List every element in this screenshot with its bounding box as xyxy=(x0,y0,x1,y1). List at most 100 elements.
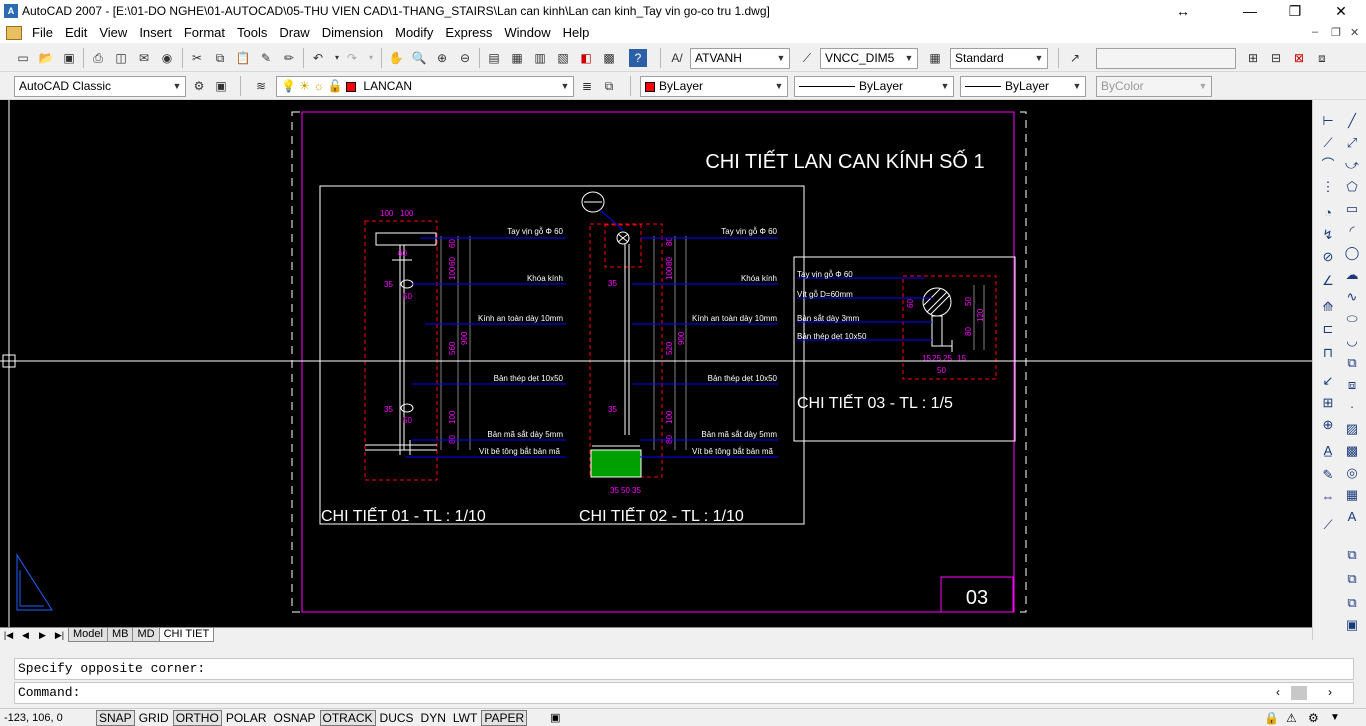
resize-icon[interactable]: ↔ xyxy=(1160,0,1206,22)
menu-help[interactable]: Help xyxy=(557,25,596,40)
point-icon[interactable]: · xyxy=(1343,398,1361,416)
pan-icon[interactable]: ✋ xyxy=(387,49,405,67)
viewport-scale-icon[interactable]: ⧈ xyxy=(1313,49,1331,67)
multiline-text-icon[interactable]: A xyxy=(1343,508,1361,526)
menu-view[interactable]: View xyxy=(93,25,133,40)
dim-style-select[interactable]: VNCC_DIM5 ▼ xyxy=(820,48,918,69)
make-block-icon[interactable]: ⧈ xyxy=(1343,376,1361,394)
dim-diameter-icon[interactable]: ⊘ xyxy=(1319,248,1337,266)
menu-draw[interactable]: Draw xyxy=(273,25,315,40)
status-toggle-ortho[interactable]: ORTHO xyxy=(172,709,222,726)
ellipse-arc-icon[interactable]: ◡ xyxy=(1343,332,1361,350)
menu-modify[interactable]: Modify xyxy=(389,25,439,40)
cut-icon[interactable]: ✂ xyxy=(188,49,206,67)
plot-preview-icon[interactable]: ◫ xyxy=(112,49,130,67)
dim-ordinate-icon[interactable]: ⋮ xyxy=(1319,178,1337,196)
model-space-icon[interactable]: ▣ xyxy=(550,711,564,724)
circle-icon[interactable]: ◯ xyxy=(1343,244,1361,262)
viewport-new-icon[interactable]: ⊟ xyxy=(1267,49,1285,67)
polyline-icon[interactable]: ⤻ xyxy=(1343,156,1361,174)
publish-icon[interactable]: ✉ xyxy=(135,49,153,67)
table-style-icon[interactable]: ▦ xyxy=(926,49,944,67)
menu-window[interactable]: Window xyxy=(498,25,556,40)
revcloud-icon[interactable]: ☁ xyxy=(1343,266,1361,284)
first-tab-button[interactable]: |◀ xyxy=(0,630,17,641)
viewport-clip-icon[interactable]: ⊠ xyxy=(1290,49,1308,67)
next-tab-button[interactable]: ▶ xyxy=(34,630,51,641)
redo-dropdown-icon[interactable]: ▾ xyxy=(362,49,380,67)
minimize-button[interactable]: — xyxy=(1227,0,1273,22)
dim-radius-icon[interactable]: ◔ xyxy=(1319,204,1337,222)
rectangle-icon[interactable]: ▭ xyxy=(1343,200,1361,218)
table-icon[interactable]: ▦ xyxy=(1343,486,1361,504)
status-toggle-otrack[interactable]: OTRACK xyxy=(319,709,376,726)
markup-icon[interactable]: ◧ xyxy=(577,49,595,67)
paste-icon[interactable]: 📋 xyxy=(234,49,252,67)
center-mark-icon[interactable]: ⊕ xyxy=(1319,416,1337,434)
comm-center-icon[interactable]: ⚠ xyxy=(1286,711,1297,725)
dim-angular-icon[interactable]: ∠ xyxy=(1319,272,1337,290)
doc-minimize-button[interactable]: – xyxy=(1312,26,1318,38)
scroll-left-icon[interactable]: ‹ xyxy=(1276,685,1280,699)
properties-icon[interactable]: ▤ xyxy=(485,49,503,67)
arc-icon[interactable]: ◜ xyxy=(1343,222,1361,240)
workspace-save-icon[interactable]: ▣ xyxy=(212,77,230,95)
layer-select[interactable]: 💡 ☀ ☼ 🔓 LANCAN ▼ xyxy=(276,76,574,97)
quickcalc-icon[interactable]: ▩ xyxy=(600,49,618,67)
menu-format[interactable]: Format xyxy=(178,25,231,40)
ellipse-icon[interactable]: ⬭ xyxy=(1343,310,1361,328)
tab-md[interactable]: MD xyxy=(132,628,160,642)
autocad-app-icon[interactable]: A xyxy=(4,4,18,18)
zoom-realtime-icon[interactable]: 🔍 xyxy=(410,49,428,67)
dim-style-icon[interactable]: ⟋ xyxy=(798,49,816,67)
undo-icon[interactable]: ↶ xyxy=(309,49,327,67)
new-icon[interactable]: ▭ xyxy=(14,49,32,67)
last-tab-button[interactable]: ▶| xyxy=(51,630,68,641)
quick-dim-icon[interactable]: ⟰ xyxy=(1319,298,1337,316)
linetype-select[interactable]: ByLayer ▼ xyxy=(794,76,954,97)
hatch-icon[interactable]: ▨ xyxy=(1343,420,1361,438)
status-toggle-dyn[interactable]: DYN xyxy=(418,710,449,726)
status-toggle-paper[interactable]: PAPER xyxy=(481,709,528,726)
menu-tools[interactable]: Tools xyxy=(231,25,273,40)
line-icon[interactable]: ╱ xyxy=(1343,112,1361,130)
workspace-select[interactable]: AutoCAD Classic ▼ xyxy=(14,76,186,97)
tab-mb[interactable]: MB xyxy=(106,628,134,642)
menu-file[interactable]: File xyxy=(26,25,59,40)
plot-icon[interactable]: ⎙ xyxy=(89,49,107,67)
array-icon[interactable]: ▣ xyxy=(1343,616,1361,634)
offset-icon[interactable]: ⧉ xyxy=(1343,594,1361,612)
maximize-button[interactable]: ❐ xyxy=(1272,0,1318,22)
mleader-icon[interactable]: ↗ xyxy=(1066,49,1084,67)
tolerance-icon[interactable]: ⊞ xyxy=(1319,394,1337,412)
tray-settings-icon[interactable]: ⚙ xyxy=(1308,711,1319,725)
status-toggle-osnap[interactable]: OSNAP xyxy=(271,710,319,726)
insert-block-icon[interactable]: ⧉ xyxy=(1343,354,1361,372)
polygon-icon[interactable]: ⬠ xyxy=(1343,178,1361,196)
dim-jogged-icon[interactable]: ↯ xyxy=(1319,226,1337,244)
text-style-select[interactable]: ATVANH ▼ xyxy=(690,48,790,69)
dim-arc-icon[interactable]: ⌒ xyxy=(1319,156,1337,174)
dim-edit-icon[interactable]: A̲ xyxy=(1319,442,1337,460)
document-icon[interactable] xyxy=(6,25,22,40)
status-toggle-snap[interactable]: SNAP xyxy=(96,709,135,726)
status-toggle-grid[interactable]: GRID xyxy=(136,710,172,726)
status-toggle-lwt[interactable]: LWT xyxy=(450,710,480,726)
matchprop-icon[interactable]: ✎ xyxy=(257,49,275,67)
make-current-layer-icon[interactable]: ≣ xyxy=(578,77,596,95)
command-input[interactable]: Command: xyxy=(14,682,1354,704)
status-menu-icon[interactable]: ▼ xyxy=(1330,712,1340,723)
designcenter-icon[interactable]: ▦ xyxy=(508,49,526,67)
viewport-icon[interactable]: ⊞ xyxy=(1244,49,1262,67)
status-toggle-ducs[interactable]: DUCS xyxy=(377,710,417,726)
dim-style-icon[interactable]: ⟋ xyxy=(1319,516,1337,534)
layer-manager-icon[interactable]: ≋ xyxy=(252,77,270,95)
tool-palettes-icon[interactable]: ▥ xyxy=(531,49,549,67)
open-icon[interactable]: 📂 xyxy=(37,49,55,67)
copy-object-icon[interactable]: ⧉ xyxy=(1343,546,1361,564)
region-icon[interactable]: ◎ xyxy=(1343,464,1361,482)
help-icon[interactable]: ? xyxy=(629,49,647,67)
menu-insert[interactable]: Insert xyxy=(133,25,178,40)
prev-tab-button[interactable]: ◀ xyxy=(17,630,34,641)
dim-continue-icon[interactable]: ⊓ xyxy=(1319,344,1337,362)
